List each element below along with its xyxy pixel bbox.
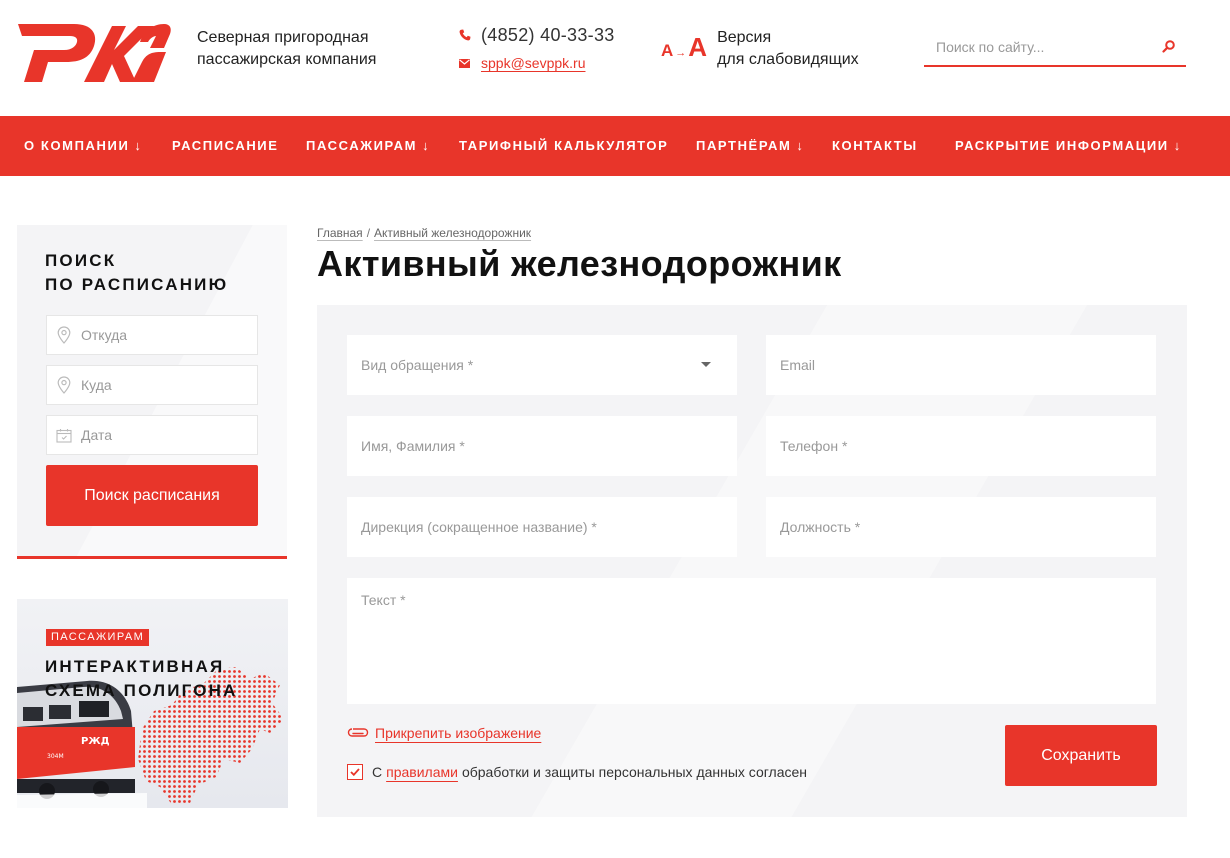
map-pin-icon — [47, 326, 81, 344]
chevron-down-icon: ↓ — [796, 138, 805, 153]
nav-item-label: Расписание — [172, 138, 279, 153]
font-size-icon: A → A — [661, 32, 707, 63]
nav-item-passengers[interactable]: Пассажирам ↓ — [306, 116, 430, 176]
date-field — [46, 415, 258, 455]
banner-title: ИНТЕРАКТИВНАЯ СХЕМА ПОЛИГОНА — [45, 655, 238, 703]
nav-item-label: Контакты — [832, 138, 918, 153]
consent-checkbox[interactable] — [347, 764, 363, 780]
company-name: Северная пригородная пассажирская компан… — [197, 27, 376, 71]
breadcrumb-current-link[interactable]: Активный железнодорожник — [374, 226, 531, 240]
email-row: sppk@sevppk.ru — [459, 51, 615, 75]
check-icon — [350, 768, 360, 776]
consent-prefix: С — [372, 764, 383, 780]
header-contacts: (4852) 40-33-33 sppk@sevppk.ru — [459, 23, 615, 79]
map-pin-icon — [47, 376, 81, 394]
appeal-type-placeholder: Вид обращения * — [361, 357, 474, 373]
nav-item-contacts[interactable]: Контакты — [832, 116, 918, 176]
from-input[interactable] — [81, 317, 251, 353]
save-button[interactable]: Сохранить — [1005, 725, 1157, 786]
chevron-down-icon: ↓ — [422, 138, 431, 153]
font-size-big-letter: A — [688, 32, 708, 62]
low-vision-label-line2: для слабовидящих — [717, 51, 859, 68]
banner-title-line1: ИНТЕРАКТИВНАЯ — [45, 657, 225, 676]
chevron-down-icon: ↓ — [1173, 138, 1182, 153]
site-header: Северная пригородная пассажирская компан… — [0, 0, 1230, 116]
schedule-search-button[interactable]: Поиск расписания — [46, 465, 258, 526]
search-icon[interactable] — [1162, 39, 1176, 58]
date-input[interactable] — [81, 417, 251, 453]
schedule-search-title: ПОИСК ПО РАСПИСАНИЮ — [45, 249, 228, 297]
phone-row: (4852) 40-33-33 — [459, 23, 615, 47]
train-number-text: 304М — [47, 753, 64, 760]
interactive-map-banner[interactable]: РЖД 304М ПАССАЖИРАМ ИНТЕРАКТИВНАЯ СХЕМА … — [17, 599, 288, 808]
phone-icon — [459, 29, 481, 41]
attach-image[interactable]: Прикрепить изображение — [347, 725, 541, 741]
schedule-search-title-line1: ПОИСК — [45, 251, 117, 270]
breadcrumb: Главная / Активный железнодорожник — [317, 226, 531, 240]
rules-link[interactable]: правилами — [386, 764, 458, 780]
nav-item-label: Тарифный калькулятор — [459, 138, 669, 153]
appeal-form: Вид обращения * Прикрепить изображение С… — [317, 305, 1187, 817]
site-search-input[interactable] — [924, 32, 1149, 62]
position-field[interactable] — [766, 497, 1156, 557]
nav-item-disclosure[interactable]: Раскрытие информации ↓ — [955, 116, 1182, 176]
message-textarea[interactable] — [347, 578, 1156, 704]
nav-item-label: Раскрытие информации — [955, 138, 1169, 153]
nav-item-label: Пассажирам — [306, 138, 418, 153]
train-logo-text: РЖД — [81, 736, 110, 747]
email-link[interactable]: sppk@sevppk.ru — [481, 55, 585, 71]
page-title: Активный железнодорожник — [317, 243, 842, 284]
mail-icon — [459, 58, 481, 68]
main-nav: О компании ↓ Расписание Пассажирам ↓ Тариф… — [0, 116, 1230, 176]
company-name-line1: Северная пригородная — [197, 29, 369, 46]
to-field — [46, 365, 258, 405]
calendar-icon — [47, 428, 81, 443]
chevron-down-icon: ↓ — [134, 138, 143, 153]
banner-tag: ПАССАЖИРАМ — [46, 629, 150, 646]
consent-row: С правилами обработки и защиты персональ… — [347, 764, 807, 780]
nav-item-label: Партнёрам — [696, 138, 792, 153]
breadcrumb-home-link[interactable]: Главная — [317, 226, 363, 240]
from-field — [46, 315, 258, 355]
phone-number[interactable]: (4852) 40-33-33 — [481, 25, 615, 46]
breadcrumb-separator: / — [366, 226, 371, 240]
font-size-arrow: → — [675, 47, 687, 59]
appeal-type-select[interactable]: Вид обращения * — [347, 335, 737, 395]
email-field[interactable] — [766, 335, 1156, 395]
full-name-field[interactable] — [347, 416, 737, 476]
nav-item-partners[interactable]: Партнёрам ↓ — [696, 116, 805, 176]
phone-field[interactable] — [766, 416, 1156, 476]
low-vision-label-line1: Версия — [717, 29, 772, 46]
paperclip-icon — [347, 725, 369, 741]
attach-image-link[interactable]: Прикрепить изображение — [375, 725, 541, 741]
rzd-logo-icon[interactable] — [14, 12, 172, 86]
consent-suffix: обработки и защиты персональных данных с… — [461, 764, 808, 780]
nav-item-tariff-calculator[interactable]: Тарифный калькулятор — [459, 116, 668, 176]
company-name-line2: пассажирская компания — [197, 51, 377, 68]
to-input[interactable] — [81, 367, 251, 403]
nav-item-schedule[interactable]: Расписание — [172, 116, 279, 176]
schedule-search-title-line2: ПО РАСПИСАНИЮ — [45, 275, 229, 294]
font-size-small-letter: A — [661, 41, 674, 60]
nav-item-about[interactable]: О компании ↓ — [24, 116, 143, 176]
schedule-search-widget: ПОИСК ПО РАСПИСАНИЮ Поиск расписания — [17, 225, 287, 559]
direction-field[interactable] — [347, 497, 737, 557]
low-vision-label: Версия для слабовидящих — [717, 27, 859, 71]
low-vision-toggle[interactable]: A → A Версия для слабовидящих — [661, 27, 859, 71]
banner-title-line2: СХЕМА ПОЛИГОНА — [45, 681, 238, 700]
site-search — [924, 32, 1186, 67]
nav-item-label: О компании — [24, 138, 130, 153]
caret-down-icon — [701, 362, 711, 367]
